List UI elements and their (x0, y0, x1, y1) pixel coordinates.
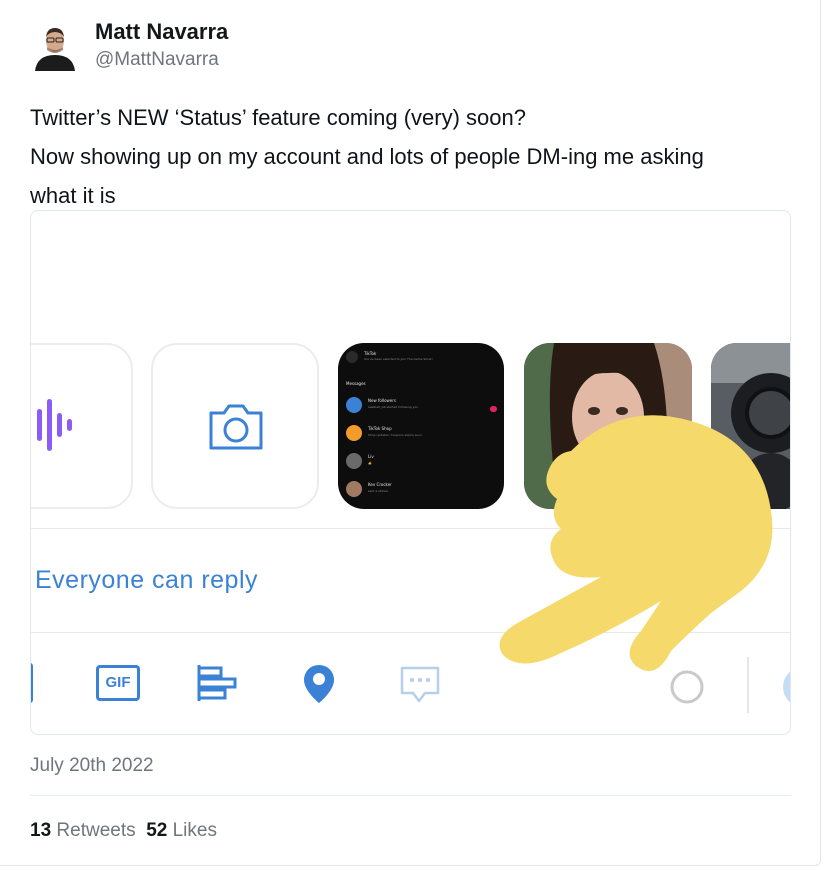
retweets-count[interactable]: 13 (30, 820, 51, 841)
dm-row-subtitle: 👍 (368, 461, 372, 465)
dm-row-avatar (346, 425, 362, 441)
dm-header: Messages (346, 381, 366, 386)
tweet-text-line: Now showing up on my account and lots of… (30, 144, 704, 169)
tweet-text-line: Twitter’s NEW ‘Status’ feature coming (v… (30, 105, 526, 130)
dm-top-title: TikTok (364, 351, 377, 356)
tiktok-icon (346, 351, 358, 363)
dm-row-subtitle: seatbelt_96 started following you (368, 405, 419, 409)
dm-row-avatar (346, 481, 362, 497)
dm-row-title: Liv (368, 454, 374, 459)
audio-waveform-icon (37, 399, 72, 451)
audio-tile (31, 343, 133, 509)
image-icon[interactable] (31, 663, 33, 703)
dm-row-title: TikTok Shop (368, 426, 392, 431)
divider (30, 795, 791, 796)
reply-setting-button[interactable]: Everyone can reply (35, 566, 258, 595)
chat-bubble-icon[interactable] (399, 665, 441, 705)
author-handle[interactable]: @MattNavarra (95, 49, 219, 71)
poll-icon[interactable] (196, 663, 240, 703)
tweet-card: Matt Navarra @MattNavarra Twitter’s NEW … (0, 0, 821, 866)
dm-row-avatar (346, 453, 362, 469)
location-pin-icon[interactable] (302, 663, 336, 705)
tweet-stats: 13 Retweets 52 Likes (30, 820, 217, 842)
dm-top-subtitle: You've been selected to join The Game Sh… (364, 357, 433, 361)
likes-label[interactable]: Likes (173, 820, 217, 841)
camera-tile (151, 343, 319, 509)
retweets-label[interactable]: Retweets (56, 820, 135, 841)
pointing-hand-overlay (499, 415, 773, 671)
media-attachment[interactable]: TikTok You've been selected to join The … (30, 210, 791, 735)
dm-row-subtitle: Shop updates: Coupons expire soon (368, 433, 422, 437)
camera-icon (209, 404, 263, 450)
tweet-date[interactable]: July 20th 2022 (30, 755, 154, 777)
dm-row-title: Kev Crocker (368, 482, 392, 487)
likes-count[interactable]: 52 (146, 820, 167, 841)
dm-row-title: New followers (368, 398, 396, 403)
dm-row-subtitle: sent a sticker (368, 489, 389, 493)
avatar[interactable] (31, 19, 79, 71)
author-name[interactable]: Matt Navarra (95, 19, 228, 45)
gif-icon[interactable]: GIF (96, 665, 140, 701)
gif-label: GIF (105, 674, 131, 691)
tweet-text: Twitter’s NEW ‘Status’ feature coming (v… (30, 98, 790, 215)
dm-row-avatar (346, 397, 362, 413)
